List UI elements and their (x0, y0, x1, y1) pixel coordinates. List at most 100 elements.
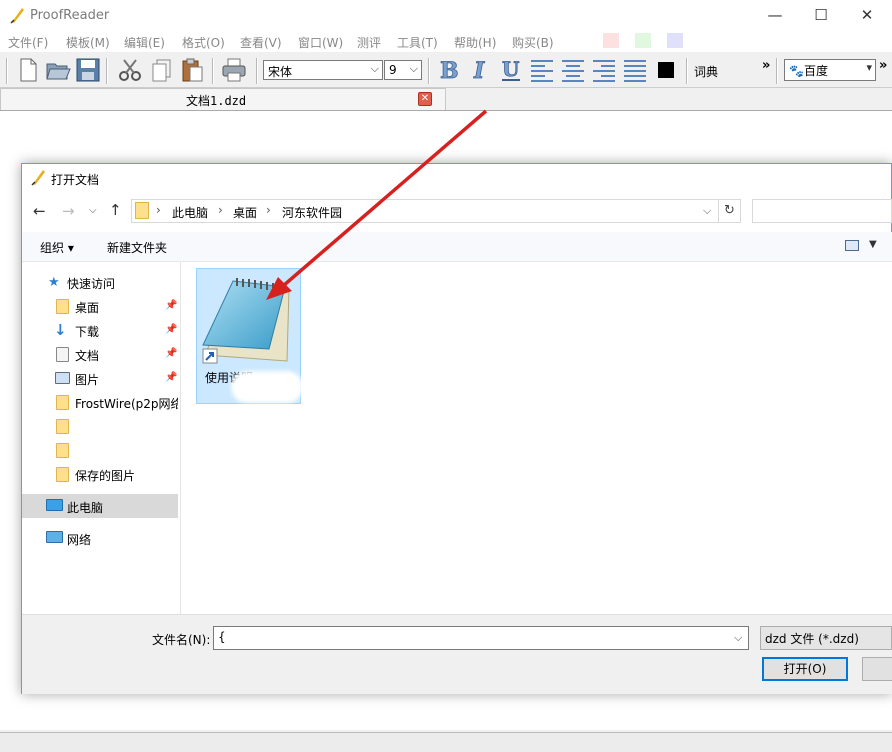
justify-icon[interactable] (622, 57, 648, 83)
view-mode-icon[interactable] (845, 240, 859, 251)
nav-item-label: 图片 (75, 373, 100, 387)
align-right-icon[interactable] (591, 57, 617, 83)
nav-item-label: 文档 (75, 349, 100, 363)
organize-button[interactable]: 组织 ▾ (40, 239, 74, 256)
font-name-combo[interactable]: 宋体 ⌵ (263, 60, 383, 80)
svg-text:I: I (473, 58, 485, 83)
refresh-icon[interactable]: ↻ (719, 199, 741, 223)
menu-view[interactable]: 查看(V) (240, 34, 282, 51)
toolbar-overflow-icon[interactable]: » (762, 58, 770, 73)
chevron-down-icon: ⌵ (370, 62, 379, 75)
toolbar-separator (256, 58, 258, 84)
nav-network-label: 网络 (67, 533, 92, 547)
chevron-down-icon[interactable]: ▼ (869, 239, 877, 250)
breadcrumb-desktop[interactable]: 桌面 (233, 204, 257, 221)
pin-icon[interactable]: 📌 (165, 348, 177, 359)
new-folder-button[interactable]: 新建文件夹 (107, 239, 167, 256)
nav-item-downloads[interactable]: ↓ 下载 📌 (22, 320, 178, 342)
filename-label: 文件名(N): (152, 633, 211, 647)
toolbar-separator (686, 58, 688, 84)
toolbar-overflow-icon[interactable]: » (879, 58, 887, 73)
nav-this-pc[interactable]: 此电脑 (22, 496, 178, 518)
nav-quick-access-label: 快速访问 (67, 277, 116, 291)
open-folder-icon[interactable] (44, 56, 72, 84)
search-engine-combo[interactable]: 🐾百度 ▾ (784, 59, 876, 81)
nav-item-folder[interactable] (22, 416, 178, 438)
menu-format[interactable]: 格式(O) (182, 34, 225, 51)
back-arrow-icon[interactable]: ← (33, 202, 46, 220)
dictionary-label[interactable]: 词典 (694, 63, 718, 80)
bold-icon[interactable]: B (436, 57, 462, 85)
open-button[interactable]: 打开(O) (762, 657, 848, 681)
filetype-select[interactable]: dzd 文件 (*.dzd) (760, 626, 892, 650)
pin-icon[interactable]: 📌 (165, 300, 177, 311)
chevron-down-icon: ⌵ (409, 62, 418, 75)
print-icon[interactable] (220, 56, 248, 84)
nav-item-label: 下载 (75, 325, 100, 339)
new-document-icon[interactable] (14, 56, 42, 84)
align-left-icon[interactable] (529, 57, 555, 83)
nav-item-desktop[interactable]: 桌面 📌 (22, 296, 178, 318)
menu-edit[interactable]: 编辑(E) (124, 34, 165, 51)
folder-icon (56, 467, 69, 482)
status-bar (0, 732, 892, 752)
folder-icon (56, 299, 69, 314)
minimize-button[interactable]: — (752, 0, 798, 30)
cut-icon[interactable] (116, 56, 144, 84)
folder-icon (135, 202, 149, 219)
nav-item-folder[interactable] (22, 440, 178, 462)
forward-arrow-icon[interactable]: → (62, 202, 75, 220)
tab-close-icon[interactable]: ✕ (418, 92, 432, 106)
star-icon: ★ (48, 275, 60, 290)
underline-icon[interactable]: U (498, 57, 524, 83)
cancel-button[interactable] (862, 657, 892, 681)
nav-item-documents[interactable]: 文档 📌 (22, 344, 178, 366)
menu-buy[interactable]: 购买(B) (512, 34, 554, 51)
menu-tools[interactable]: 工具(T) (397, 34, 438, 51)
file-item[interactable]: 使用说明 (196, 268, 303, 404)
menu-window[interactable]: 窗口(W) (298, 34, 343, 51)
italic-icon[interactable]: I (467, 57, 493, 85)
nav-item-saved-pictures[interactable]: 保存的图片 (22, 464, 178, 486)
blue-color-swatch[interactable] (667, 33, 683, 48)
nav-item-pictures[interactable]: 图片 📌 (22, 368, 178, 390)
align-center-icon[interactable] (560, 57, 586, 83)
save-icon[interactable] (74, 56, 102, 84)
menu-template[interactable]: 模板(M) (66, 34, 110, 51)
copy-icon[interactable] (148, 56, 176, 84)
close-button[interactable]: ✕ (844, 0, 890, 30)
picture-icon (55, 372, 70, 384)
pin-icon[interactable]: 📌 (165, 324, 177, 335)
paste-icon[interactable] (178, 56, 206, 84)
search-engine-value: 百度 (803, 64, 828, 78)
nav-item-label: 保存的图片 (75, 469, 136, 483)
menu-file[interactable]: 文件(F) (8, 34, 48, 51)
breadcrumb-this-pc[interactable]: 此电脑 (172, 204, 208, 221)
nav-item-frostwire[interactable]: FrostWire(p2p网络 (22, 392, 178, 414)
up-arrow-icon[interactable]: ↑ (109, 201, 122, 219)
menu-evaluate[interactable]: 测评 (357, 34, 381, 51)
pin-icon[interactable]: 📌 (165, 372, 177, 383)
paw-icon: 🐾 (789, 64, 804, 78)
maximize-button[interactable]: ☐ (798, 0, 844, 30)
filename-input[interactable]: { (213, 626, 749, 650)
font-size-combo[interactable]: 9 ⌵ (384, 60, 422, 80)
search-input[interactable] (752, 199, 892, 223)
green-color-swatch[interactable] (635, 33, 651, 48)
toolbar-separator (212, 58, 214, 84)
text-color-swatch[interactable] (658, 62, 674, 78)
chevron-down-icon: ▾ (866, 61, 872, 74)
folder-icon (56, 419, 69, 434)
menu-help[interactable]: 帮助(H) (454, 34, 496, 51)
nav-network[interactable]: 网络 (22, 528, 178, 550)
recent-locations-icon[interactable]: ⌵ (89, 205, 97, 216)
red-color-swatch[interactable] (603, 33, 619, 48)
address-dropdown-icon[interactable]: ⌵ (703, 204, 711, 218)
toolbar-separator (106, 58, 108, 84)
nav-item-label: FrostWire(p2p网络 (75, 397, 178, 411)
nav-quick-access[interactable]: ★ 快速访问 (22, 272, 178, 294)
blur-overlay (231, 371, 303, 403)
breadcrumb-current-folder[interactable]: 河东软件园 (282, 204, 342, 221)
chevron-down-icon[interactable]: ⌵ (734, 631, 742, 645)
svg-text:U: U (502, 57, 519, 81)
